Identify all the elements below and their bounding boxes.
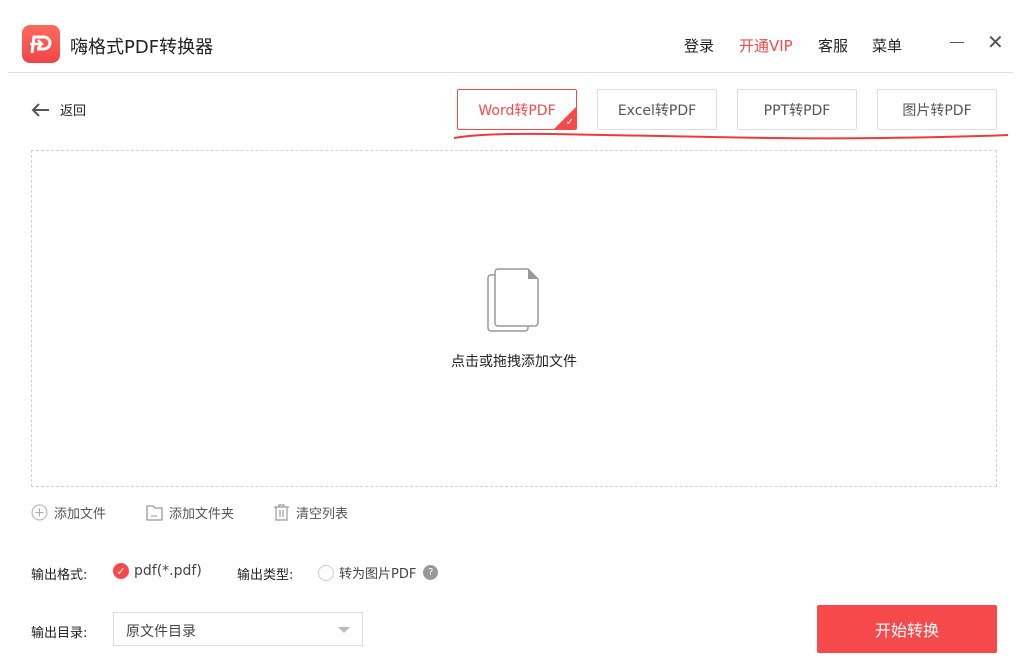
format-value: pdf(*.pdf) xyxy=(134,563,202,579)
minimize-button[interactable] xyxy=(950,42,964,43)
tab-label: 图片转PDF xyxy=(902,100,971,120)
menu-link[interactable]: 菜单 xyxy=(872,35,902,56)
start-convert-button[interactable]: 开始转换 xyxy=(817,605,997,653)
folder-icon xyxy=(146,504,163,521)
add-folder-label: 添加文件夹 xyxy=(169,503,234,522)
arrow-left-icon xyxy=(30,102,50,118)
tab-word-to-pdf[interactable]: Word转PDF ✓ xyxy=(457,89,577,130)
tab-excel-to-pdf[interactable]: Excel转PDF xyxy=(597,89,717,130)
app-title: 嗨格式PDF转换器 xyxy=(70,33,213,59)
help-icon[interactable]: ? xyxy=(423,565,438,580)
tab-label: PPT转PDF xyxy=(764,100,831,120)
vip-link[interactable]: 开通VIP xyxy=(739,35,793,56)
type-option: 转为图片PDF xyxy=(339,563,416,582)
file-drop-zone[interactable]: 点击或拖拽添加文件 xyxy=(31,150,997,487)
app-logo xyxy=(22,25,60,63)
red-underline-annotation xyxy=(452,130,1012,142)
clear-list-label: 清空列表 xyxy=(296,503,348,522)
tab-image-to-pdf[interactable]: 图片转PDF xyxy=(877,89,997,130)
add-folder-button[interactable]: 添加文件夹 xyxy=(146,503,234,522)
image-pdf-radio[interactable]: 转为图片PDF? xyxy=(318,563,438,582)
service-link[interactable]: 客服 xyxy=(818,35,848,56)
plus-circle-icon xyxy=(31,504,48,521)
format-pdf-radio[interactable]: ✓ pdf(*.pdf) xyxy=(113,563,202,579)
document-icon xyxy=(486,267,542,335)
add-file-button[interactable]: 添加文件 xyxy=(31,503,106,522)
output-dir-label: 输出目录: xyxy=(31,622,87,641)
login-link[interactable]: 登录 xyxy=(684,35,714,56)
output-dir-select[interactable]: 原文件目录 xyxy=(113,612,363,646)
radio-circle-icon xyxy=(318,565,334,581)
output-type-label: 输出类型: xyxy=(237,564,293,583)
dir-value: 原文件目录 xyxy=(126,624,196,640)
close-button[interactable]: ✕ xyxy=(987,30,1004,54)
tab-ppt-to-pdf[interactable]: PPT转PDF xyxy=(737,89,857,130)
trash-icon xyxy=(273,504,290,521)
check-icon: ✓ xyxy=(566,117,574,128)
output-format-label: 输出格式: xyxy=(31,564,87,583)
back-label: 返回 xyxy=(60,100,86,119)
tab-label: Excel转PDF xyxy=(618,100,696,120)
tab-label: Word转PDF xyxy=(478,100,555,120)
header-divider xyxy=(8,72,1013,73)
chevron-down-icon xyxy=(338,627,350,633)
drop-hint: 点击或拖拽添加文件 xyxy=(451,351,577,371)
back-button[interactable]: 返回 xyxy=(30,100,86,119)
add-file-label: 添加文件 xyxy=(54,503,106,522)
clear-list-button[interactable]: 清空列表 xyxy=(273,503,348,522)
check-circle-icon: ✓ xyxy=(113,563,129,579)
